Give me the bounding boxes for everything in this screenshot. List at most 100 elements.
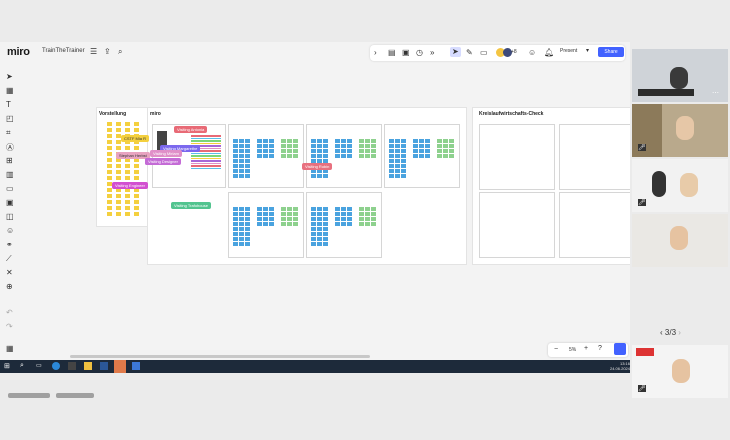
sticky-note[interactable] (107, 146, 112, 150)
comment-icon[interactable]: ▭ (480, 48, 488, 58)
select-tool-icon[interactable]: ➤ (6, 72, 13, 81)
windows-start-icon[interactable]: ⊞ (4, 362, 10, 370)
zoom-out-button[interactable]: − (554, 346, 558, 353)
participant-video-tile[interactable]: ⋯ (632, 49, 728, 102)
board-card[interactable] (228, 192, 304, 258)
sticky-note[interactable] (134, 212, 139, 216)
outlook-icon[interactable] (132, 362, 140, 370)
board-card[interactable] (479, 124, 555, 190)
notes-icon[interactable]: ▤ (388, 48, 396, 58)
board-name[interactable]: TrainTheTrainer (42, 48, 85, 54)
sticky-note[interactable] (125, 200, 130, 204)
sticky-note[interactable] (116, 122, 121, 126)
sticky-note[interactable] (125, 206, 130, 210)
sticky-note[interactable] (125, 176, 130, 180)
sticky-note[interactable] (107, 164, 112, 168)
undo-icon[interactable]: ↶ (6, 308, 13, 317)
sticky-note[interactable] (125, 212, 130, 216)
sticky-note[interactable] (134, 122, 139, 126)
more-options-icon[interactable]: ⋯ (712, 89, 719, 97)
sticky-note[interactable] (107, 128, 112, 132)
board-card[interactable] (559, 124, 630, 190)
participant-video-tile[interactable]: 🎤︎ (632, 159, 728, 212)
board-card[interactable] (306, 124, 382, 188)
sticky-note[interactable] (107, 188, 112, 192)
reactions-icon[interactable]: ☺ (528, 48, 536, 58)
browser-icon[interactable] (52, 362, 60, 370)
templates-icon[interactable]: ▦ (6, 86, 14, 95)
expand-icon[interactable]: › (374, 48, 377, 58)
link-icon[interactable]: ⚭ (6, 240, 13, 249)
chevron-down-icon[interactable]: ▾ (586, 46, 589, 56)
app-icon[interactable] (68, 362, 76, 370)
bottom-button[interactable] (8, 393, 50, 398)
sticky-note[interactable] (134, 164, 139, 168)
sticky-note[interactable] (134, 194, 139, 198)
pen-icon[interactable]: ✎ (466, 48, 473, 58)
sticky-note[interactable] (134, 176, 139, 180)
redo-icon[interactable]: ↷ (6, 322, 13, 331)
board-card[interactable] (228, 124, 304, 188)
bell-icon[interactable]: 🔔︎ (544, 48, 554, 58)
participant-video-tile[interactable]: 🎤︎ (632, 104, 728, 157)
board-card[interactable] (479, 192, 555, 258)
zoom-level[interactable]: 5% (569, 347, 576, 353)
sticky-note[interactable] (107, 206, 112, 210)
zoom-in-button[interactable]: + (584, 345, 588, 352)
sticky-note[interactable] (134, 146, 139, 150)
sticky-note[interactable] (107, 194, 112, 198)
cursor-icon[interactable]: ➤ (450, 47, 461, 57)
sticky-note[interactable] (125, 164, 130, 168)
present-button[interactable]: Present (560, 48, 577, 54)
sticky-note[interactable] (134, 200, 139, 204)
text-tool-icon[interactable]: T (6, 100, 11, 109)
plus-icon[interactable]: ⊕ (6, 282, 13, 291)
sticky-note[interactable] (125, 170, 130, 174)
sticky-note[interactable] (116, 200, 121, 204)
frame-kreislaufwirtschafts-check[interactable]: Kreislaufwirtschafts-Check (472, 107, 630, 265)
sticky-note[interactable] (116, 164, 121, 168)
share-button[interactable]: Share (598, 47, 624, 57)
search-icon[interactable]: ⌕ (20, 362, 24, 370)
pen-tool-icon[interactable]: Ⓐ (6, 142, 14, 153)
sticky-note[interactable] (107, 122, 112, 126)
word-icon[interactable] (100, 362, 108, 370)
sticky-note[interactable] (116, 170, 121, 174)
sticky-note[interactable] (107, 134, 112, 138)
sticky-note[interactable] (116, 128, 121, 132)
frame-vorstellung[interactable]: Vorstellung (96, 107, 148, 227)
emoji-icon[interactable]: ☺ (6, 226, 14, 235)
sticky-note[interactable] (107, 176, 112, 180)
board-card[interactable] (306, 192, 382, 258)
timer-icon[interactable]: ◷ (416, 48, 423, 58)
explorer-icon[interactable] (84, 362, 92, 370)
more-icon[interactable]: » (430, 48, 434, 58)
sticky-note[interactable] (116, 206, 121, 210)
expand-icon[interactable] (614, 343, 626, 355)
sticky-note[interactable] (107, 170, 112, 174)
export-icon[interactable]: ⇪ (104, 47, 111, 57)
board-card[interactable] (559, 192, 630, 258)
sticky-note[interactable] (107, 140, 112, 144)
sticky-note-icon[interactable]: ◰ (6, 114, 14, 123)
frames-icon[interactable]: ▣ (402, 48, 410, 58)
sticky-note[interactable] (107, 152, 112, 156)
help-icon[interactable]: ? (598, 345, 602, 352)
sticky-note[interactable] (134, 128, 139, 132)
sticky-note[interactable] (107, 212, 112, 216)
self-view-tile[interactable]: 🎤︎ (632, 345, 728, 398)
next-page-button[interactable]: › (678, 328, 681, 337)
horizontal-scrollbar[interactable] (70, 355, 370, 358)
shape-tool-icon[interactable]: ⌗ (6, 128, 11, 138)
system-clock[interactable]: 13:16 24.06.2024 (590, 361, 630, 371)
sticky-note[interactable] (107, 200, 112, 204)
sticky-note[interactable] (125, 128, 130, 132)
sticky-note[interactable] (116, 212, 121, 216)
sticky-note[interactable] (125, 122, 130, 126)
participant-video-tile[interactable] (632, 214, 728, 267)
sticky-note[interactable] (116, 194, 121, 198)
menu-icon[interactable]: ☰ (90, 47, 97, 57)
frame-tool-icon[interactable]: ⊞ (6, 156, 13, 165)
table-icon[interactable]: ▥ (6, 170, 14, 179)
mindmap-icon[interactable]: ◫ (6, 212, 14, 221)
